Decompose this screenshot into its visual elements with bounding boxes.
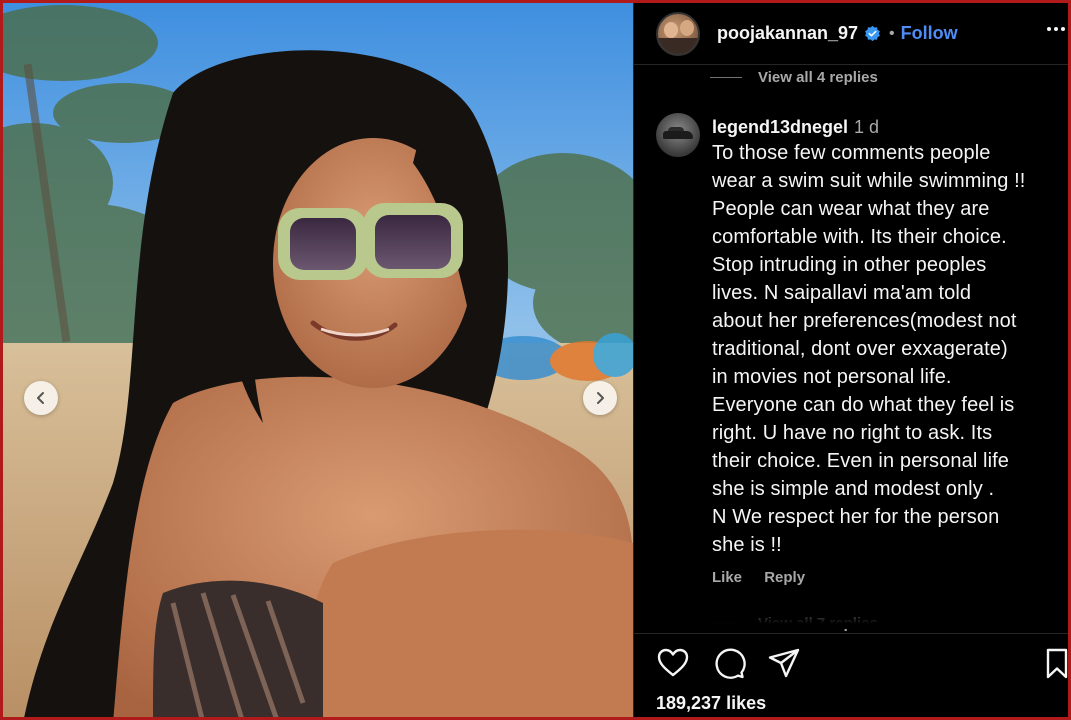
post-side-panel: poojakannan_97 • Follow View all 4 repli… [633,3,1068,717]
bookmark-icon[interactable] [1040,646,1068,680]
comment-timestamp[interactable]: 1 d [854,117,879,137]
comment-line: lives. N saipallavi ma'am told [712,282,972,304]
follow-button[interactable]: Follow [901,23,958,44]
previous-photo-button[interactable] [24,381,58,415]
chevron-right-icon [597,392,604,404]
author-username[interactable]: poojakannan_97 [717,23,858,44]
comment-text: To those few comments people wear a swim… [712,139,1062,559]
comment-line: N We respect her for the person [712,506,1000,528]
commenter-avatar[interactable] [656,113,700,157]
post-photo[interactable] [3,3,633,717]
next-photo-button[interactable] [583,381,617,415]
comment-body: legend13dnegel 1 d To those few comments … [712,115,1062,586]
reply-button[interactable]: Reply [764,569,805,586]
view-replies-label: View all 4 replies [758,69,878,86]
header-separator: • [889,24,895,42]
chevron-left-icon [37,392,44,404]
comment-line: in movies not personal life. [712,366,952,388]
comments-fade [634,603,1068,629]
heart-icon[interactable] [656,646,690,680]
post-action-bar: 189,237 likes [634,633,1068,717]
likes-count[interactable]: 189,237 likes [656,693,766,714]
comment-line: she is !! [712,534,782,556]
comment-line: Everyone can do what they feel is [712,394,1015,416]
comment-line: wear a swim suit while swimming !! [712,170,1026,192]
instagram-post-window: poojakannan_97 • Follow View all 4 repli… [0,0,1071,720]
replies-divider [710,77,742,78]
comment-line: To those few comments people [712,142,991,164]
comment-icon[interactable] [712,646,746,680]
comment-actions: Like Reply [712,569,1062,586]
comment-line: Stop intruding in other peoples [712,254,987,276]
verified-badge-icon [865,25,880,42]
comment-header: legend13dnegel 1 d [712,115,1062,139]
share-icon[interactable] [767,646,801,680]
author-avatar[interactable] [656,11,700,56]
like-comment-button[interactable]: Like [712,569,742,586]
post-header: poojakannan_97 • Follow [634,3,1068,65]
comment-line: about her preferences(modest not [712,310,1017,332]
comment-line: their choice. Even in personal life [712,450,1009,472]
commenter-username[interactable]: legend13dnegel [712,117,848,137]
comment-line: she is simple and modest only . [712,478,995,500]
view-replies-top[interactable]: View all 4 replies [710,69,878,86]
comment-line: traditional, dont over exxagerate) [712,338,1008,360]
comment-line: People can wear what they are [712,198,990,220]
comment-line: comfortable with. Its their choice. [712,226,1007,248]
more-options-icon[interactable] [1043,17,1068,41]
photo-scene [3,3,633,717]
comment-line: right. U have no right to ask. Its [712,422,993,444]
